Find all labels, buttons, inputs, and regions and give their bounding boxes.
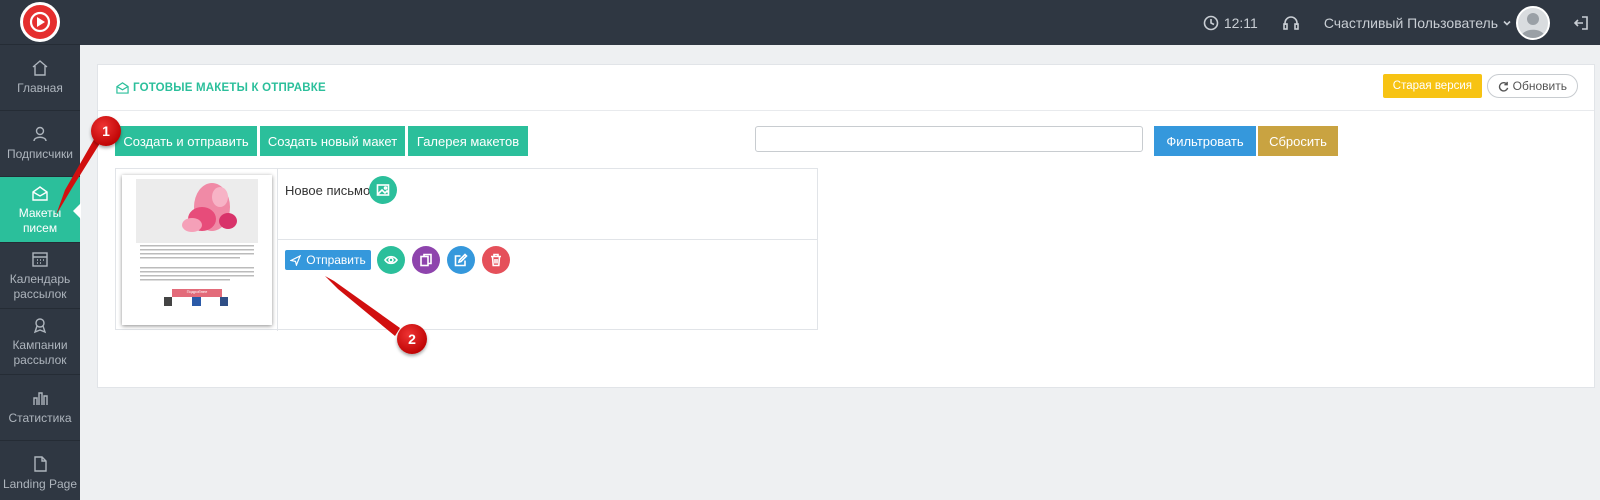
paper-plane-icon — [290, 254, 302, 266]
headset-icon — [1283, 15, 1299, 30]
refresh-label: Обновить — [1512, 79, 1567, 93]
send-button[interactable]: Отправить — [285, 250, 371, 270]
template-thumbnail[interactable]: Подробнее — [122, 175, 272, 325]
logo[interactable] — [20, 2, 60, 42]
sidebar-item-label: Подписчики — [6, 147, 73, 161]
chevron-down-icon — [1503, 20, 1511, 26]
toolbar: Создать и отправить Создать новый макет … — [115, 126, 1594, 156]
sidebar-item-label: Макеты писем — [18, 205, 62, 235]
user-name: Счастливый Пользователь — [1323, 14, 1498, 31]
sidebar-item-campaigns[interactable]: Кампании рассылок — [0, 309, 80, 375]
template-info-row: Новое письмо — [278, 169, 817, 240]
avatar[interactable] — [1516, 5, 1550, 40]
sidebar-item-label: Кампании рассылок — [12, 337, 68, 367]
envelope-open-icon — [32, 185, 48, 201]
panel-header: ГОТОВЫЕ МАКЕТЫ К ОТПРАВКЕ Старая версия … — [98, 65, 1594, 111]
template-card: Подробнее Новое письмо Отправить — [115, 168, 818, 331]
refresh-button[interactable]: Обновить — [1486, 74, 1578, 98]
template-thumbnail-cell: Подробнее — [116, 169, 278, 331]
play-logo-icon — [29, 11, 51, 33]
sidebar-item-label: Landing Page — [2, 477, 78, 491]
sidebar-item-landing[interactable]: Landing Page — [0, 441, 80, 500]
sidebar-item-label: Главная — [17, 81, 63, 95]
top-header: 12:11 Счастливый Пользователь — [80, 0, 1600, 45]
eye-icon — [384, 255, 398, 265]
sidebar-item-calendar[interactable]: Календарь рассылок — [0, 243, 80, 309]
preview-button[interactable] — [377, 246, 405, 274]
edit-image-button[interactable] — [369, 176, 397, 204]
support-button[interactable] — [1282, 14, 1300, 32]
sidebar: Главная Подписчики Макеты писем Календар… — [0, 0, 81, 500]
panel-title-text: ГОТОВЫЕ МАКЕТЫ К ОТПРАВКЕ — [133, 81, 326, 94]
campaign-icon — [33, 317, 47, 333]
logo-area — [0, 0, 80, 45]
email-preview-image — [136, 179, 258, 306]
subscribers-icon — [33, 126, 47, 142]
sidebar-item-home[interactable]: Главная — [0, 45, 80, 111]
templates-panel: ГОТОВЫЕ МАКЕТЫ К ОТПРАВКЕ Старая версия … — [97, 64, 1595, 388]
reset-button[interactable]: Сбросить — [1258, 126, 1338, 156]
envelope-open-icon — [116, 82, 129, 94]
image-icon — [376, 184, 390, 196]
user-silhouette-icon — [1521, 12, 1545, 38]
template-name: Новое письмо — [285, 183, 371, 198]
logout-button[interactable] — [1572, 14, 1590, 32]
trash-icon — [491, 253, 501, 267]
copy-icon — [420, 253, 432, 267]
delete-button[interactable] — [482, 246, 510, 274]
user-menu[interactable]: Счастливый Пользователь — [1323, 5, 1550, 40]
clock: 12:11 — [1203, 15, 1258, 31]
sidebar-item-templates[interactable]: Макеты писем — [0, 177, 81, 243]
logout-icon — [1573, 15, 1588, 30]
sidebar-item-subscribers[interactable]: Подписчики — [0, 111, 80, 177]
home-icon — [32, 60, 48, 76]
create-template-button[interactable]: Создать новый макет — [260, 126, 405, 156]
chart-icon — [33, 392, 48, 405]
clock-time: 12:11 — [1223, 14, 1258, 31]
pencil-icon — [454, 253, 468, 267]
edit-button[interactable] — [447, 246, 475, 274]
preview-button-text: Подробнее — [186, 289, 208, 294]
annotation-marker-2: 2 — [397, 324, 427, 354]
gallery-button[interactable]: Галерея макетов — [408, 126, 528, 156]
page-icon — [34, 456, 47, 472]
filter-input[interactable] — [755, 126, 1143, 152]
sidebar-item-statistics[interactable]: Статистика — [0, 375, 80, 441]
sidebar-item-label: Статистика — [8, 411, 72, 425]
old-version-button[interactable]: Старая версия — [1382, 74, 1482, 98]
filter-button[interactable]: Фильтровать — [1154, 126, 1256, 156]
refresh-icon — [1498, 81, 1508, 92]
panel-title: ГОТОВЫЕ МАКЕТЫ К ОТПРАВКЕ — [116, 81, 326, 94]
clock-icon — [1203, 15, 1219, 30]
create-and-send-button[interactable]: Создать и отправить — [115, 126, 257, 156]
send-label: Отправить — [306, 253, 366, 267]
copy-button[interactable] — [412, 246, 440, 274]
annotation-marker-1: 1 — [91, 116, 121, 146]
calendar-icon — [32, 251, 48, 267]
sidebar-item-label: Календарь рассылок — [9, 271, 71, 301]
